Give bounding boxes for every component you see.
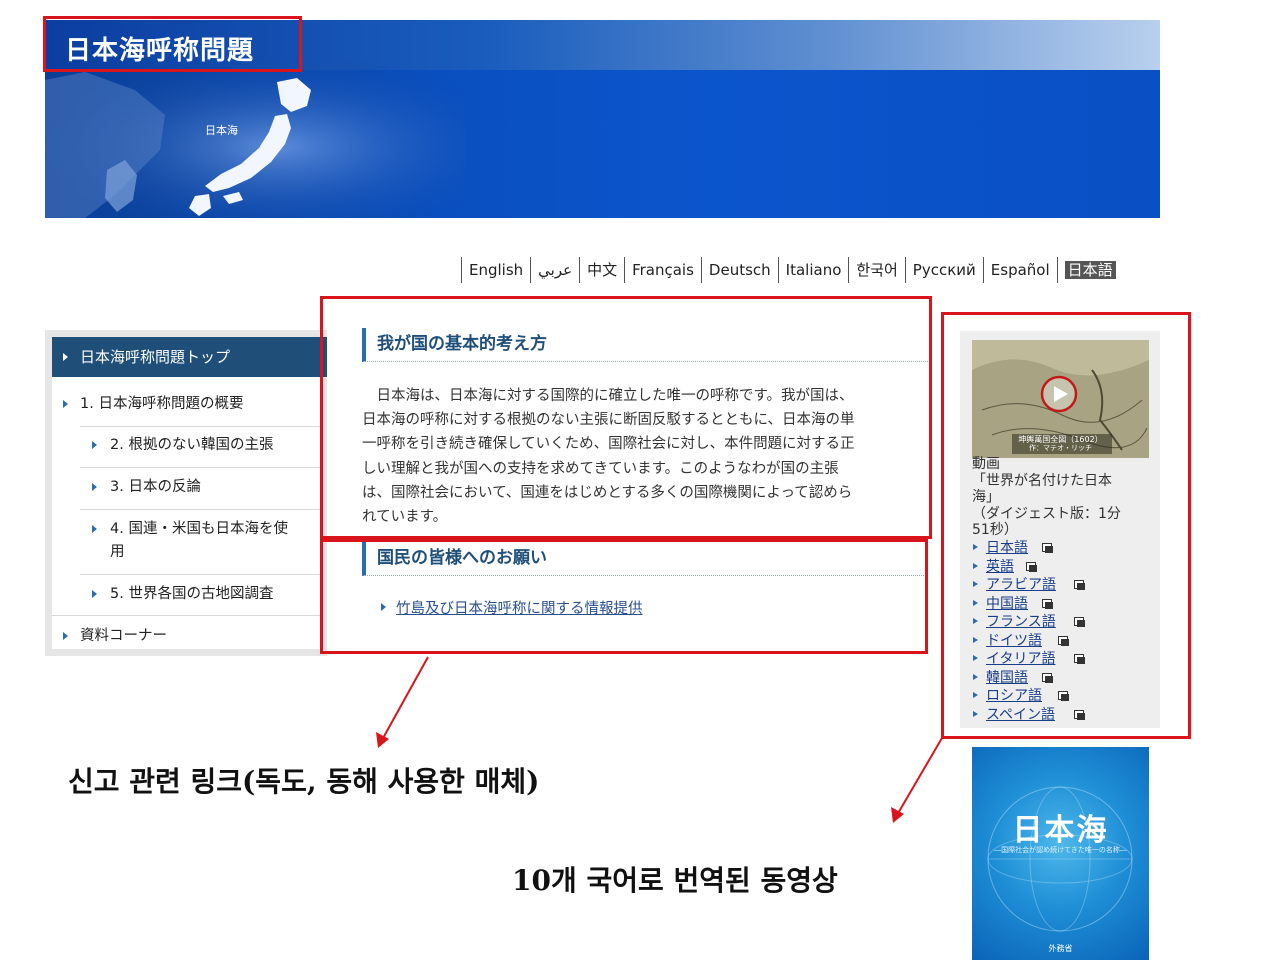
arrow-line-left — [381, 656, 429, 741]
annotation-arrows — [376, 656, 943, 823]
arrow-head-right — [891, 807, 904, 823]
annotation-text-video: 10개 국어로 번역된 동영상 — [512, 864, 838, 897]
annotation-text-report-link: 신고 관련 링크(독도, 동해 사용한 매체) — [68, 765, 540, 798]
arrow-line-right — [896, 737, 943, 816]
arrow-head-left — [376, 732, 389, 748]
